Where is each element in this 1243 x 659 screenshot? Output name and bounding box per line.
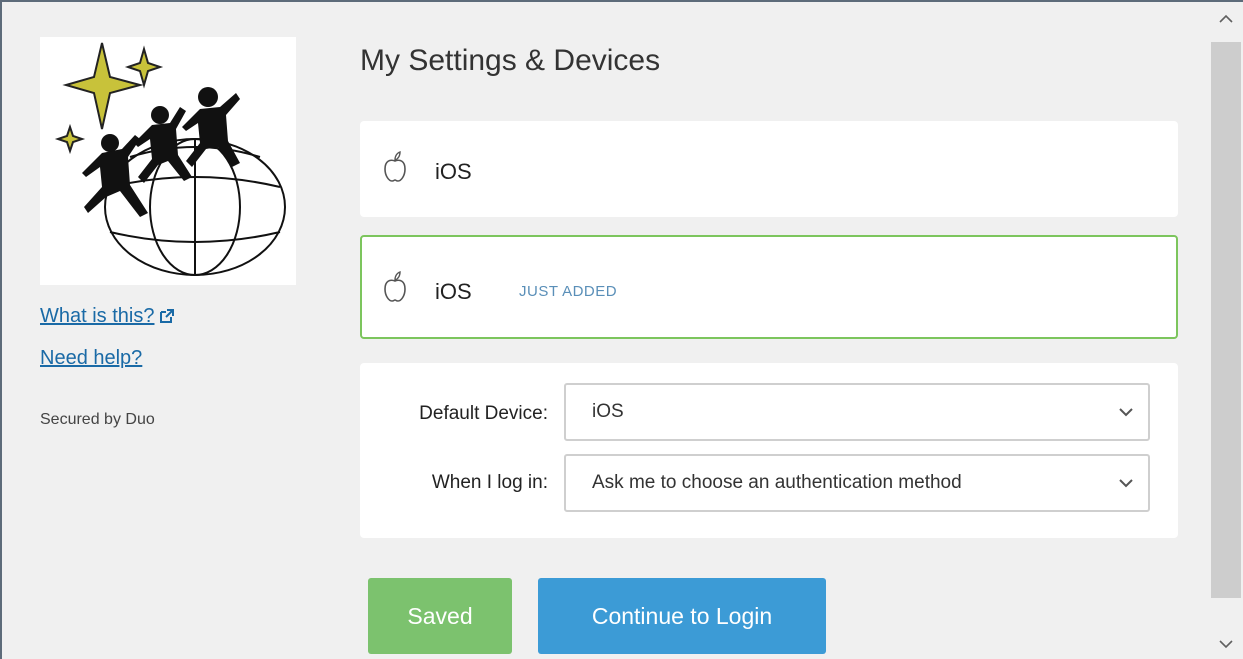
default-device-label: Default Device: [419,403,548,424]
apple-icon [384,151,406,182]
scroll-up-icon[interactable] [1218,13,1234,25]
when-login-label: When I log in: [431,472,548,493]
when-login-select[interactable]: Ask me to choose an authentication metho… [564,454,1150,512]
external-link-icon [160,309,175,323]
device-name: iOS [435,279,472,304]
duo-prompt: What is this? Need help? Secured by Duo … [2,2,1209,659]
what-is-this-label: What is this? [40,305,155,327]
scroll-down-icon[interactable] [1218,638,1234,650]
what-is-this-link[interactable]: What is this? [40,305,175,328]
saved-button[interactable]: Saved [368,578,512,654]
device-card-ios[interactable]: iOS [360,121,1178,217]
secured-by-duo: Secured by Duo [40,411,155,428]
settings-card: Default Device: iOS When I log in: Ask m… [360,363,1178,538]
continue-to-login-button[interactable]: Continue to Login [538,578,826,654]
apple-icon [384,271,406,302]
chevron-down-icon [1119,408,1133,417]
chevron-down-icon [1119,479,1133,488]
default-device-select[interactable]: iOS [564,383,1150,441]
device-name: iOS [435,159,472,184]
just-added-badge: JUST ADDED [519,283,618,300]
need-help-link[interactable]: Need help? [40,347,142,370]
scrollbar-thumb[interactable] [1211,42,1241,598]
device-card-ios-just-added[interactable]: iOS JUST ADDED [360,235,1178,339]
when-login-value: Ask me to choose an authentication metho… [592,472,962,493]
default-device-value: iOS [592,401,624,422]
logo-image [40,37,296,285]
page-title: My Settings & Devices [360,44,661,77]
vertical-scrollbar[interactable] [1209,2,1243,659]
